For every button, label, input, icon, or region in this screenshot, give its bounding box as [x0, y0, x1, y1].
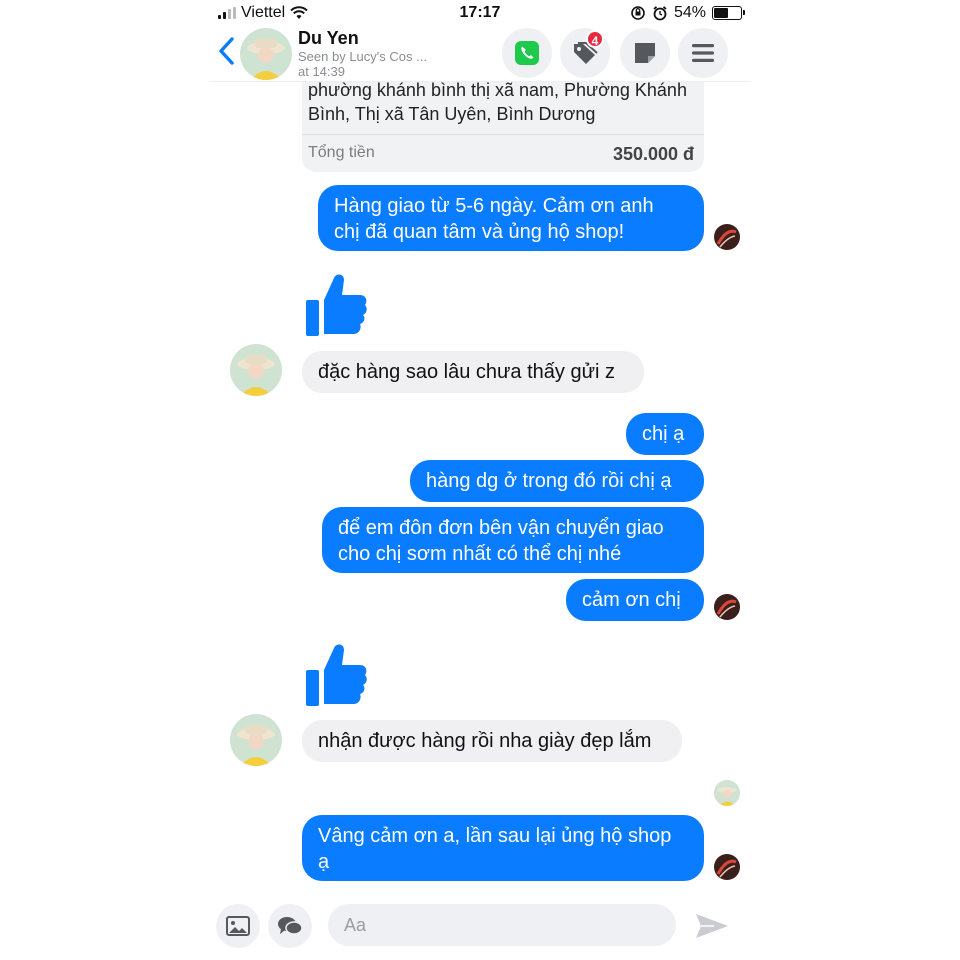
composer-bar [210, 896, 750, 956]
message-bubble[interactable]: đặc hàng sao lâu chưa thấy gửi z [302, 351, 644, 393]
image-icon [226, 916, 250, 936]
order-total-value: 350.000 đ [612, 144, 694, 164]
seen-line2: at 14:39 [298, 64, 345, 79]
chat-bubbles-icon [278, 917, 303, 935]
avatar[interactable] [230, 714, 282, 766]
alarm-icon [653, 6, 667, 21]
avatar[interactable] [240, 28, 292, 80]
message-bubble[interactable]: Vâng cảm ơn a, lần sau lại ủng hộ shop ạ [302, 815, 704, 881]
phone-icon [515, 41, 539, 65]
avatar [714, 854, 740, 880]
battery-percent: 54% [673, 4, 706, 21]
back-chevron-icon[interactable] [216, 36, 238, 66]
send-icon[interactable] [692, 906, 732, 946]
avatar [714, 594, 740, 620]
call-button[interactable] [502, 28, 552, 78]
message-bubble[interactable]: nhận được hàng rồi nha giày đẹp lắm [302, 720, 682, 762]
order-address: phường khánh bình thị xã nam, Phường Khá… [308, 78, 704, 126]
battery-icon [712, 6, 745, 20]
order-total-label: Tổng tiền [308, 144, 375, 161]
order-address-line2: Bình, Thị xã Tân Uyên, Bình Dương [308, 104, 596, 124]
photo-button[interactable] [216, 904, 260, 948]
tag-badge: 4 [586, 30, 604, 48]
like-thumb-icon[interactable] [304, 640, 368, 708]
avatar [714, 224, 740, 250]
avatar[interactable] [230, 344, 282, 396]
message-bubble[interactable]: hàng dg ở trong đó rồi chị ạ [410, 460, 704, 502]
message-bubble[interactable]: cảm ơn chị [566, 579, 704, 621]
read-receipt-avatar [714, 780, 740, 806]
contact-name[interactable]: Du Yen [298, 28, 359, 49]
message-bubble[interactable]: chị ạ [626, 413, 704, 455]
message-line: cho chị sơm nhất có thể chị nhé [338, 543, 622, 565]
message-bubble[interactable]: để em đôn đơn bên vận chuyển giao cho ch… [322, 507, 704, 573]
message-line: chị đã quan tâm và ủng hộ shop! [334, 221, 625, 243]
divider [302, 134, 704, 135]
chat-header: Du Yen Seen by Lucy's Cos ... at 14:39 4 [210, 24, 750, 82]
seen-status: Seen by Lucy's Cos ... at 14:39 [298, 49, 448, 79]
note-icon [635, 43, 655, 63]
tag-button[interactable]: 4 [560, 28, 610, 78]
message-line: Hàng giao từ 5-6 ngày. Cảm ơn anh [334, 195, 654, 217]
like-thumb-icon[interactable] [304, 270, 368, 338]
notes-button[interactable] [620, 28, 670, 78]
message-bubble[interactable]: Hàng giao từ 5-6 ngày. Cảm ơn anh chị đã… [318, 185, 704, 251]
menu-icon [692, 44, 714, 62]
status-right: 54% [630, 4, 745, 22]
message-input[interactable] [328, 904, 676, 946]
seen-line1: Seen by Lucy's Cos ... [298, 49, 427, 64]
quick-replies-button[interactable] [268, 904, 312, 948]
message-line: Vâng cảm ơn a, lần sau lại ủng hộ shop [318, 825, 672, 847]
orientation-lock-icon [631, 6, 645, 20]
message-line: để em đôn đơn bên vận chuyển giao [338, 517, 664, 539]
menu-button[interactable] [678, 28, 728, 78]
message-line: ạ [318, 851, 330, 873]
messenger-screen: Viettel 17:17 54% phường khánh bình thị … [210, 0, 750, 960]
